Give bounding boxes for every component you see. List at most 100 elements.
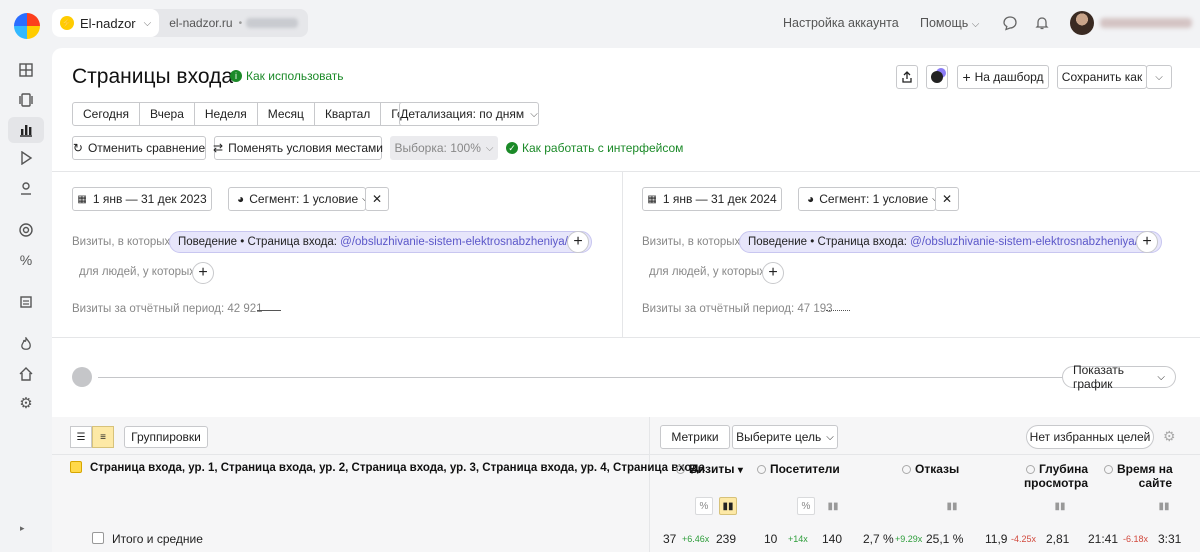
totals-time-diff: -6.18x [1123, 534, 1149, 544]
cancel-compare-button[interactable]: ↻ Отменить сравнение [72, 136, 206, 160]
bar-chart-toggle-icon[interactable]: ▮▮ [825, 498, 841, 514]
save-as-button[interactable]: Сохранить как [1057, 65, 1147, 89]
column-visitors[interactable]: Посетители [757, 462, 840, 476]
howto-label: Как использовать [246, 69, 344, 83]
condition-chip-b[interactable]: Поведение • Страница входа: @/obsluzhiva… [739, 231, 1163, 253]
account-settings-link[interactable]: Настройка аккаунта [783, 16, 899, 30]
add-people-condition-b-button[interactable]: + [762, 262, 784, 284]
help-menu[interactable]: Помощь ⌵ [920, 16, 979, 30]
percent-toggle-icon[interactable]: % [797, 497, 815, 515]
close-icon: ✕ [371, 192, 383, 206]
bar-chart-toggle-icon[interactable]: ▮▮ [944, 498, 960, 514]
fire-icon[interactable] [18, 336, 34, 352]
chart-collapsed-icon[interactable] [72, 367, 92, 387]
list-icon[interactable] [18, 294, 34, 310]
metrics-button[interactable]: Метрики [660, 425, 730, 449]
plus-icon: + [198, 264, 208, 281]
column-visits[interactable]: Визиты ▾ [676, 462, 743, 478]
home-icon[interactable] [18, 366, 34, 382]
visits-condition-label-b: Визиты, в которых [642, 236, 741, 248]
dimension-header[interactable]: Страница входа, ур. 1, Страница входа, у… [90, 462, 705, 474]
column-depth-label-1: Глубина [1038, 462, 1088, 476]
user-name-blurred[interactable] [1100, 18, 1192, 28]
bar-chart-toggle-icon[interactable]: ▮▮ [719, 497, 737, 515]
add-visit-condition-b-button[interactable]: + [1136, 231, 1158, 253]
goal-select[interactable]: Выберите цель ⌵ [732, 425, 838, 449]
play-icon[interactable] [18, 150, 34, 166]
segment-a-remove-button[interactable]: ✕ [365, 187, 389, 211]
save-as-dropdown-button[interactable]: ⌵ [1146, 65, 1172, 89]
segment-select-b[interactable]: ◕Сегмент: 1 условие⌵ [798, 187, 940, 211]
groupings-button[interactable]: Группировки [124, 426, 208, 448]
detail-label: Детализация: по дням [400, 107, 525, 121]
metrica-logo[interactable] [14, 13, 40, 39]
sort-desc-icon: ▾ [737, 465, 743, 476]
to-dashboard-button[interactable]: + На дашборд [957, 65, 1049, 89]
chat-icon[interactable] [1002, 15, 1018, 31]
avatar[interactable] [1070, 11, 1094, 35]
condition-chip-a[interactable]: Поведение • Страница входа: @/obsluzhiva… [169, 231, 593, 253]
dimension-checkbox[interactable] [70, 461, 82, 473]
sidebar-expand-icon[interactable]: ▸ [20, 523, 25, 534]
counter-name: El-nadzor [80, 15, 136, 31]
chip-prefix: Поведение • Страница входа: [748, 236, 907, 248]
reports-icon[interactable] [18, 92, 34, 108]
percent-toggle-icon[interactable]: % [695, 497, 713, 515]
totals-bounce-a: 2,7 % [863, 532, 894, 546]
user-icon[interactable] [18, 180, 34, 196]
segment-select-a[interactable]: ◕Сегмент: 1 условие⌵ [228, 187, 370, 211]
show-chart-button[interactable]: Показать график ⌵ [1062, 363, 1176, 391]
settings-icon[interactable]: ⚙ [18, 395, 34, 412]
people-condition-label-a: для людей, у которых [79, 266, 196, 278]
totals-visits-b: 239 [716, 532, 737, 546]
plus-icon: + [962, 69, 971, 85]
gear-icon[interactable]: ⚙ [1163, 428, 1176, 445]
column-bounce[interactable]: Отказы [902, 462, 959, 476]
add-people-condition-a-button[interactable]: + [192, 262, 214, 284]
date-range-b[interactable]: ▦ 1 янв — 31 дек 2024 [642, 187, 782, 211]
bell-icon[interactable] [1034, 15, 1050, 31]
period-today[interactable]: Сегодня [73, 103, 140, 125]
export-button[interactable] [896, 65, 918, 89]
percent-icon[interactable]: % [18, 252, 34, 268]
swap-conditions-button[interactable]: ⇄ Поменять условия местами [213, 136, 383, 160]
column-time[interactable]: Время на сайте [1104, 462, 1173, 490]
chart-collapsed-line [98, 377, 1082, 378]
segment-b-remove-button[interactable]: ✕ [935, 187, 959, 211]
bar-chart-toggle-icon[interactable]: ▮▮ [1156, 498, 1172, 514]
howto-link[interactable]: i Как использовать [230, 69, 344, 83]
info-icon [902, 465, 911, 474]
bar-chart-icon[interactable] [18, 122, 34, 138]
date-range-a[interactable]: ▦ 1 янв — 31 дек 2023 [72, 187, 212, 211]
tree-view-icon[interactable]: ≡ [92, 426, 114, 448]
column-depth[interactable]: Глубина просмотра [992, 462, 1088, 490]
period-yesterday[interactable]: Вчера [140, 103, 195, 125]
chevron-down-icon: ⌵ [143, 17, 152, 29]
bar-chart-toggle-icon[interactable]: ▮▮ [1052, 498, 1068, 514]
divider [649, 417, 650, 552]
period-month[interactable]: Месяц [258, 103, 315, 125]
add-visit-condition-a-button[interactable]: + [567, 231, 589, 253]
counter-selector[interactable]: ⚡ El-nadzor ⌵ el-nadzor.ru • [52, 9, 309, 37]
close-icon: ✕ [941, 192, 953, 206]
totals-bounce-b: 25,1 % [926, 532, 964, 546]
chart-toggle-bar: Показать график ⌵ [72, 363, 1176, 391]
period-week[interactable]: Неделя [195, 103, 258, 125]
chip-path: @/obsluzhivanie-sistem-elektrosnabzheniy… [340, 236, 568, 248]
people-condition-label-b: для людей, у которых [649, 266, 766, 278]
interface-help-link[interactable]: ✓ Как работать с интерфейсом [506, 141, 683, 155]
column-visitors-label: Посетители [770, 462, 840, 476]
ai-assistant-button[interactable] [926, 65, 948, 89]
period-quarter[interactable]: Квартал [315, 103, 382, 125]
totals-checkbox[interactable] [92, 532, 104, 544]
counter-name-button[interactable]: ⚡ El-nadzor ⌵ [52, 9, 160, 37]
interface-help-label: Как работать с интерфейсом [522, 141, 684, 155]
target-icon[interactable] [18, 222, 34, 238]
detail-select[interactable]: Детализация: по дням ⌵ [399, 102, 539, 126]
page-title: Страницы входа [72, 65, 233, 88]
list-view-icon[interactable]: ☰ [70, 426, 92, 448]
sample-label: Выборка: 100% [394, 141, 481, 155]
favorite-goals-button[interactable]: Нет избранных целей [1026, 425, 1154, 449]
counter-site: el-nadzor.ru [169, 16, 233, 30]
dashboard-icon[interactable] [18, 62, 34, 78]
